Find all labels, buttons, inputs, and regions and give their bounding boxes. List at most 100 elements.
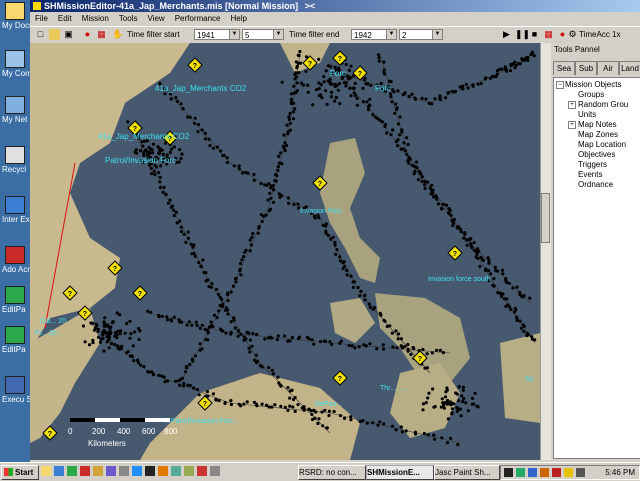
speaker-icon[interactable] (576, 468, 585, 477)
desktop-icon-internet-explorer[interactable]: Inter Explo (2, 196, 30, 224)
app-icon (5, 376, 25, 394)
menu-file[interactable]: File (30, 12, 53, 26)
tree-item-map-locations[interactable]: Map Location (578, 140, 626, 149)
scrollbar-thumb[interactable] (541, 193, 550, 243)
tab-land[interactable]: Land (619, 61, 640, 75)
menu-help[interactable]: Help (226, 12, 252, 26)
save-icon[interactable]: ▣ (63, 29, 74, 40)
map-label[interactable]: 41a_Jap_Merchants CO2 (155, 84, 247, 93)
desktop-icon-my-documents[interactable]: My Docu (2, 2, 30, 30)
map-label[interactable]: Patrol/Invasion Forc (105, 156, 176, 165)
app-icon[interactable] (106, 466, 116, 476)
chevron-down-icon[interactable]: ▼ (229, 30, 239, 39)
map-label[interactable]: Thr.... .... (380, 385, 408, 392)
task-mission-editor[interactable]: SHMissionE... (366, 465, 434, 480)
tab-sub[interactable]: Sub (575, 61, 597, 75)
app-icon[interactable] (93, 466, 103, 476)
map-label[interactable]: Invasion force south (428, 276, 491, 283)
tray-icon[interactable] (528, 468, 537, 477)
open-folder-icon[interactable] (49, 29, 60, 40)
tree-item-map-notes[interactable]: Map Notes (578, 120, 617, 129)
tree-item-triggers[interactable]: Triggers (578, 160, 607, 169)
app-icon[interactable] (80, 466, 90, 476)
tray-icon[interactable] (564, 468, 573, 477)
tree-item-ordnance[interactable]: Ordnance (578, 180, 613, 189)
menu-tools[interactable]: Tools (114, 12, 143, 26)
chevron-down-icon[interactable]: ▼ (273, 30, 283, 39)
hand-pan-icon[interactable]: ✋ (112, 29, 123, 40)
app-icon[interactable] (119, 466, 129, 476)
chevron-down-icon[interactable]: ▼ (432, 30, 442, 39)
app-icon[interactable] (210, 466, 220, 476)
start-month-select[interactable]: 5 ▼ (242, 29, 284, 40)
tree-item-units[interactable]: Units (578, 110, 596, 119)
desktop-icon-editpad-1[interactable]: EditPa (2, 286, 28, 314)
menu-edit[interactable]: Edit (53, 12, 77, 26)
app-icon[interactable] (132, 466, 142, 476)
task-paint-shop[interactable]: Jasc Paint Sh... (434, 465, 500, 480)
tree-root[interactable]: Mission Objects (565, 80, 621, 89)
app-icon[interactable] (67, 466, 77, 476)
desktop-icon-editpad-2[interactable]: EditPa (2, 326, 28, 354)
menu-view[interactable]: View (143, 12, 170, 26)
map-label[interactable]: Forc (330, 69, 346, 78)
tree-item-random-groups[interactable]: Random Grou (578, 100, 628, 109)
tree-item-map-zones[interactable]: Map Zones (578, 130, 618, 139)
unit-dot (260, 365, 264, 369)
menu-performance[interactable]: Performance (170, 12, 226, 26)
folder-icon[interactable] (41, 466, 51, 476)
desktop-icon-executive-software[interactable]: Execu Softw (2, 376, 30, 404)
tray-icon[interactable] (504, 468, 513, 477)
tray-icon[interactable] (552, 468, 561, 477)
tree-item-events[interactable]: Events (578, 170, 602, 179)
collapse-icon[interactable]: − (556, 81, 564, 89)
map-view[interactable]: ???????????????? 41a_Jap_Merchants CO2 4… (30, 43, 540, 460)
play-icon[interactable]: ▶ (501, 29, 512, 40)
desktop-icon-my-computer[interactable]: My Com (2, 50, 30, 78)
tray-icon[interactable] (516, 468, 525, 477)
task-rsrd[interactable]: RSRD: no con... (298, 465, 366, 480)
marker-tool-icon[interactable]: ● (82, 29, 93, 40)
map-label[interactable]: Ft... 20 . (35, 330, 61, 337)
map-label[interactable]: 41a_Jap_Merchants CO2 (98, 132, 190, 141)
stop-icon[interactable]: ■ (529, 29, 540, 40)
expand-icon[interactable]: + (568, 101, 576, 109)
mission-objects-tree[interactable]: − Mission Objects Groups + Random Grou U… (553, 77, 640, 459)
start-button[interactable]: Start (1, 465, 39, 480)
desktop-icon-network[interactable]: My Net Places (2, 96, 30, 124)
tab-air[interactable]: Air (597, 61, 619, 75)
map-label[interactable]: DePas... (315, 401, 342, 408)
tab-sea[interactable]: Sea (553, 61, 575, 75)
end-year-select[interactable]: 1942 ▼ (351, 29, 397, 40)
unit-dot (345, 273, 349, 277)
app-icon[interactable] (145, 466, 155, 476)
chevron-down-icon[interactable]: ▼ (386, 30, 396, 39)
map-label[interactable]: So (525, 376, 534, 383)
tree-item-groups[interactable]: Groups (578, 90, 604, 99)
grid-icon[interactable]: ▦ (543, 29, 554, 40)
settings-icon[interactable]: ⚙ (567, 29, 578, 40)
start-year-select[interactable]: 1941 ▼ (194, 29, 240, 40)
desktop-icon-acrobat[interactable]: Ado Acroba (2, 246, 30, 274)
browser-icon[interactable] (54, 466, 64, 476)
app-icon[interactable] (158, 466, 168, 476)
menu-mission[interactable]: Mission (77, 12, 114, 26)
desktop-icon-recycle-bin[interactable]: Recycl (2, 146, 28, 174)
new-file-icon[interactable]: □ (35, 29, 46, 40)
title-bar[interactable]: SHMissionEditor-41a_Jap_Merchants.mis [N… (30, 0, 640, 12)
map-label[interactable]: Forc (375, 84, 391, 93)
map-label[interactable]: Cal... 20 . (40, 318, 70, 325)
app-icon[interactable] (184, 466, 194, 476)
app-icon[interactable] (197, 466, 207, 476)
grid-tool-icon[interactable]: ▦ (96, 29, 107, 40)
map-label[interactable]: Invasion Forc (300, 208, 343, 215)
tray-icon[interactable] (540, 468, 549, 477)
map-vertical-scrollbar[interactable] (540, 43, 551, 460)
end-month-select[interactable]: 2 ▼ (399, 29, 443, 40)
pause-icon[interactable]: ❚❚ (515, 29, 530, 40)
map-canvas[interactable]: ???????????????? 41a_Jap_Merchants CO2 4… (30, 43, 540, 460)
expand-icon[interactable]: + (568, 121, 576, 129)
map-label[interactable]: ...Patrol/Invasion Forc... (165, 418, 239, 425)
app-icon[interactable] (171, 466, 181, 476)
tree-item-objectives[interactable]: Objectives (578, 150, 615, 159)
